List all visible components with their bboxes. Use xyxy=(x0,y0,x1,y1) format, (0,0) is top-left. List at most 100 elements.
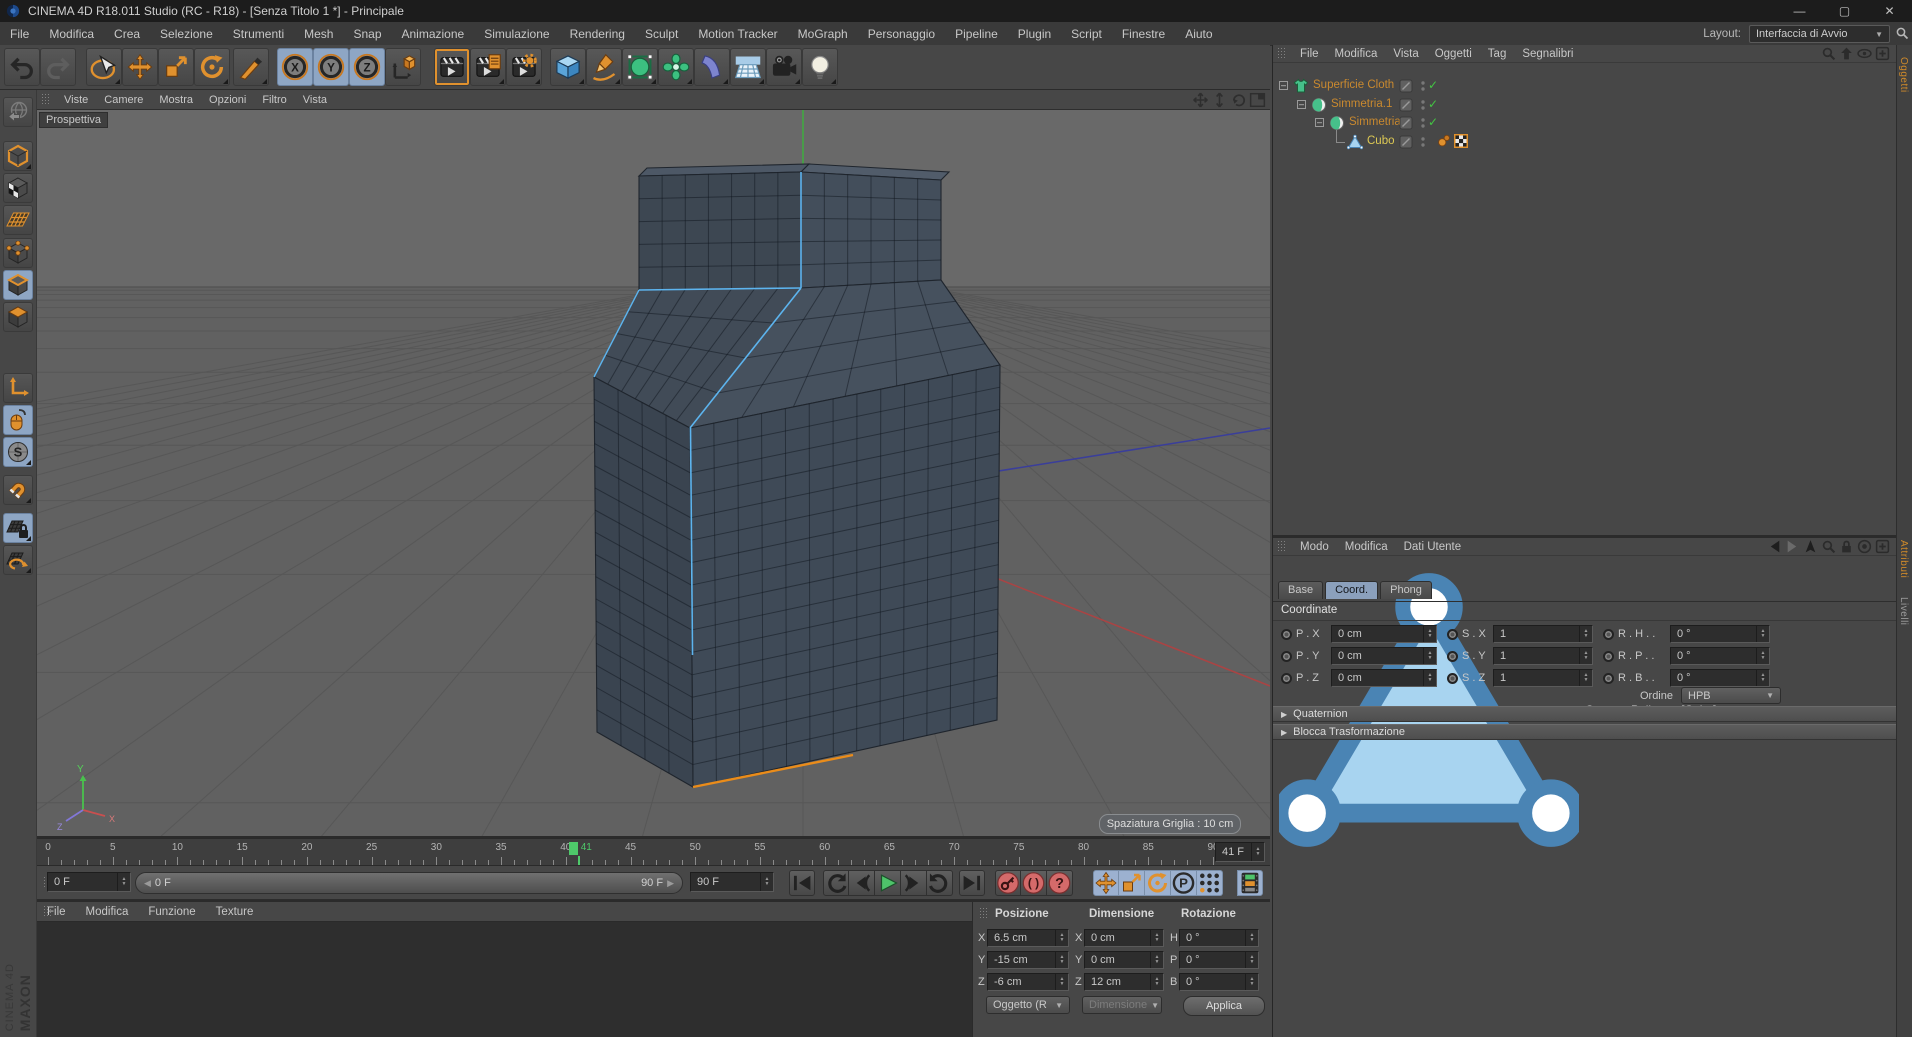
z-axis-button[interactable]: Z xyxy=(349,48,385,86)
scale-field[interactable]: 1▲▼ xyxy=(1493,625,1593,643)
rotation-field[interactable]: 0 °▲▼ xyxy=(1179,951,1259,969)
search-icon[interactable] xyxy=(1821,539,1836,554)
deformer-button[interactable] xyxy=(694,48,730,86)
rotate-view-icon[interactable] xyxy=(1230,92,1247,108)
subdivision-surface-button[interactable] xyxy=(622,48,658,86)
render-view-button[interactable] xyxy=(434,48,470,86)
panel-grip[interactable] xyxy=(43,905,52,918)
rotation-field[interactable]: 0 °▲▼ xyxy=(1670,669,1770,687)
rotation-field[interactable]: 0 °▲▼ xyxy=(1179,929,1259,947)
key-pla-button[interactable] xyxy=(1197,870,1223,896)
key-position-button[interactable] xyxy=(1093,870,1119,896)
material-menu-item[interactable]: Modifica xyxy=(76,906,139,918)
menu-item[interactable]: Rendering xyxy=(560,27,635,41)
keyframe-selection-button[interactable]: ? xyxy=(1047,870,1073,896)
toggle-view-icon[interactable] xyxy=(1249,92,1266,108)
menu-item[interactable]: Snap xyxy=(343,27,391,41)
keyframe-dot[interactable] xyxy=(1603,629,1614,640)
keyframe-dot[interactable] xyxy=(1447,651,1458,662)
keyframe-dot[interactable] xyxy=(1281,629,1292,640)
workplane-lock-button[interactable] xyxy=(3,513,33,543)
object-row-cubo[interactable]: Cubo xyxy=(1273,133,1896,151)
menu-item[interactable]: Motion Tracker xyxy=(688,27,787,41)
viewport-menu-item[interactable]: Camere xyxy=(96,94,151,106)
rotation-field[interactable]: 0 °▲▼ xyxy=(1179,973,1259,991)
layer-box-icon[interactable] xyxy=(1399,116,1413,130)
object-manager-menu-item[interactable]: Modifica xyxy=(1327,48,1386,60)
menu-item[interactable]: Animazione xyxy=(392,27,475,41)
polygons-mode-button[interactable] xyxy=(3,302,33,332)
layer-box-icon[interactable] xyxy=(1399,79,1413,93)
object-manager-menu-item[interactable]: Oggetti xyxy=(1427,48,1480,60)
current-frame-marker[interactable] xyxy=(569,842,578,855)
key-rotation-button[interactable] xyxy=(1145,870,1171,896)
knife-button[interactable] xyxy=(233,48,269,86)
keyframe-dot[interactable] xyxy=(1603,673,1614,684)
scale-field[interactable]: 1▲▼ xyxy=(1493,669,1593,687)
collapse-icon[interactable]: – xyxy=(1315,118,1324,127)
attribute-menu-item[interactable]: Dati Utente xyxy=(1396,541,1470,553)
attribute-menu-item[interactable]: Modifica xyxy=(1337,541,1396,553)
path-up-icon[interactable] xyxy=(1839,46,1854,61)
menu-item[interactable]: Aiuto xyxy=(1175,27,1222,41)
live-selection-button[interactable] xyxy=(86,48,122,86)
spinner[interactable]: ▲▼ xyxy=(1251,843,1264,861)
range-left-cap[interactable]: ◀ xyxy=(144,878,151,889)
material-menu-item[interactable]: Texture xyxy=(206,906,264,918)
dolly-view-icon[interactable] xyxy=(1211,92,1228,108)
attribute-tab[interactable]: Base xyxy=(1278,581,1323,599)
keyframe-dot[interactable] xyxy=(1447,673,1458,684)
object-manager-menu-item[interactable]: Vista xyxy=(1385,48,1426,60)
keyframe-dot[interactable] xyxy=(1281,651,1292,662)
previous-frame-button[interactable] xyxy=(849,870,875,896)
menu-item[interactable]: Strumenti xyxy=(223,27,294,41)
layout-dropdown[interactable]: Interfaccia di Avvio▼ xyxy=(1749,25,1890,43)
object-manager-menu-item[interactable]: Segnalibri xyxy=(1514,48,1581,60)
viewport-menu-item[interactable]: Viste xyxy=(56,94,96,106)
menu-item[interactable]: Personaggio xyxy=(858,27,945,41)
cloner-button[interactable] xyxy=(658,48,694,86)
position-field[interactable]: 0 cm▲▼ xyxy=(1331,625,1437,643)
tab-attributi[interactable]: Attributi xyxy=(1898,540,1909,578)
menu-item[interactable]: Sculpt xyxy=(635,27,688,41)
apply-button[interactable]: Applica xyxy=(1183,996,1265,1016)
keyframe-dot[interactable] xyxy=(1447,629,1458,640)
add-panel-icon[interactable] xyxy=(1875,539,1890,554)
viewport-menu-item[interactable]: Mostra xyxy=(151,94,201,106)
rotation-field[interactable]: 0 °▲▼ xyxy=(1670,647,1770,665)
filter-icon[interactable] xyxy=(1857,46,1872,61)
visibility-dots-icon[interactable] xyxy=(1416,135,1430,149)
menu-item[interactable]: Pipeline xyxy=(945,27,1008,41)
position-field[interactable]: -15 cm▲▼ xyxy=(987,951,1069,969)
edges-mode-button[interactable] xyxy=(3,270,33,300)
tweak-mode-button[interactable] xyxy=(3,405,33,435)
panel-grip[interactable] xyxy=(979,907,988,920)
layer-box-icon[interactable] xyxy=(1399,135,1413,149)
object-row-simmetria[interactable]: –Simmetria✓ xyxy=(1273,114,1896,132)
play-button[interactable] xyxy=(875,870,901,896)
quaternion-section[interactable]: ▶Quaternion xyxy=(1273,706,1896,722)
object-name[interactable]: Simmetria xyxy=(1349,116,1401,128)
object-name[interactable]: Cubo xyxy=(1367,135,1395,147)
current-frame-field[interactable]: 41 F ▲▼ xyxy=(1215,842,1265,862)
scale-button[interactable] xyxy=(158,48,194,86)
object-row-simmetria-1[interactable]: –Simmetria.1✓ xyxy=(1273,96,1896,114)
panel-grip[interactable] xyxy=(1277,540,1286,553)
spline-pen-button[interactable] xyxy=(586,48,622,86)
light-button[interactable] xyxy=(802,48,838,86)
attribute-tab[interactable]: Coord. xyxy=(1325,581,1378,599)
key-parameter-button[interactable]: P xyxy=(1171,870,1197,896)
menu-item[interactable]: Simulazione xyxy=(474,27,559,41)
enabled-check-icon[interactable]: ✓ xyxy=(1428,78,1438,92)
enabled-check-icon[interactable]: ✓ xyxy=(1428,97,1438,111)
panel-grip[interactable] xyxy=(41,93,50,106)
menu-item[interactable]: File xyxy=(0,27,39,41)
texture-mode-button[interactable] xyxy=(3,173,33,203)
redo-button[interactable] xyxy=(40,48,76,86)
range-end-field[interactable]: 90 F ▲▼ xyxy=(690,872,774,892)
keyframe-presets-button[interactable] xyxy=(1237,870,1263,896)
scale-field[interactable]: 1▲▼ xyxy=(1493,647,1593,665)
viewport-menu-item[interactable]: Opzioni xyxy=(201,94,254,106)
make-editable-button[interactable] xyxy=(3,97,33,127)
dimension-field[interactable]: 12 cm▲▼ xyxy=(1084,973,1164,991)
